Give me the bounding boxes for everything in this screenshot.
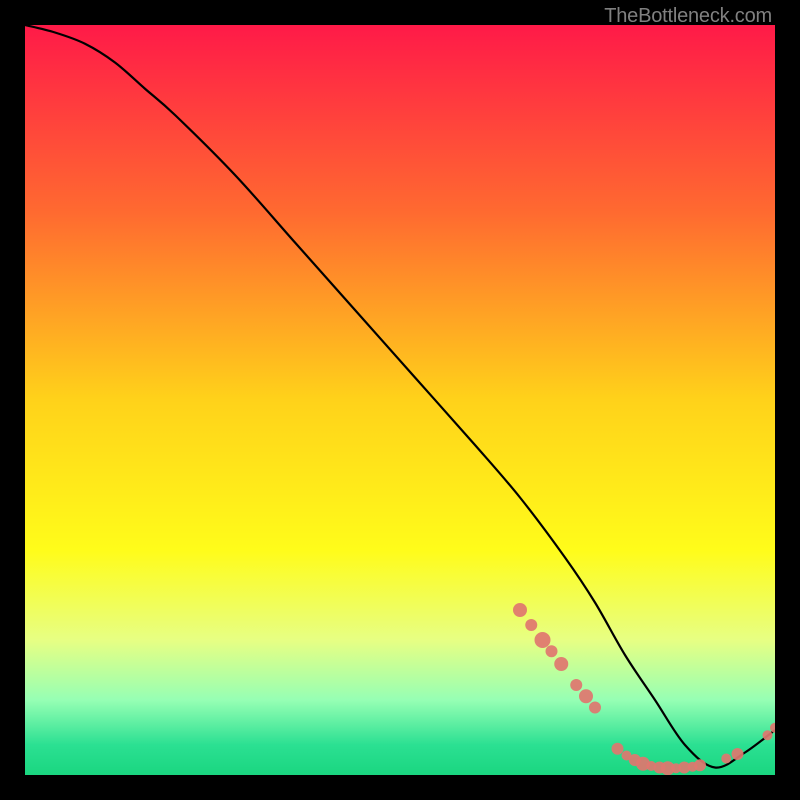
data-point <box>763 730 773 740</box>
watermark-label: TheBottleneck.com <box>604 5 772 28</box>
data-point <box>570 679 582 691</box>
chart-background-gradient <box>25 25 775 775</box>
data-point <box>579 689 593 703</box>
data-point <box>694 759 706 771</box>
chart-frame <box>25 25 775 775</box>
data-point <box>535 632 551 648</box>
data-point <box>513 603 527 617</box>
data-point <box>525 619 537 631</box>
data-point <box>732 748 744 760</box>
data-point <box>554 657 568 671</box>
data-point <box>721 754 731 764</box>
data-point <box>612 743 624 755</box>
bottleneck-chart <box>25 25 775 775</box>
data-point <box>546 645 558 657</box>
data-point <box>589 702 601 714</box>
